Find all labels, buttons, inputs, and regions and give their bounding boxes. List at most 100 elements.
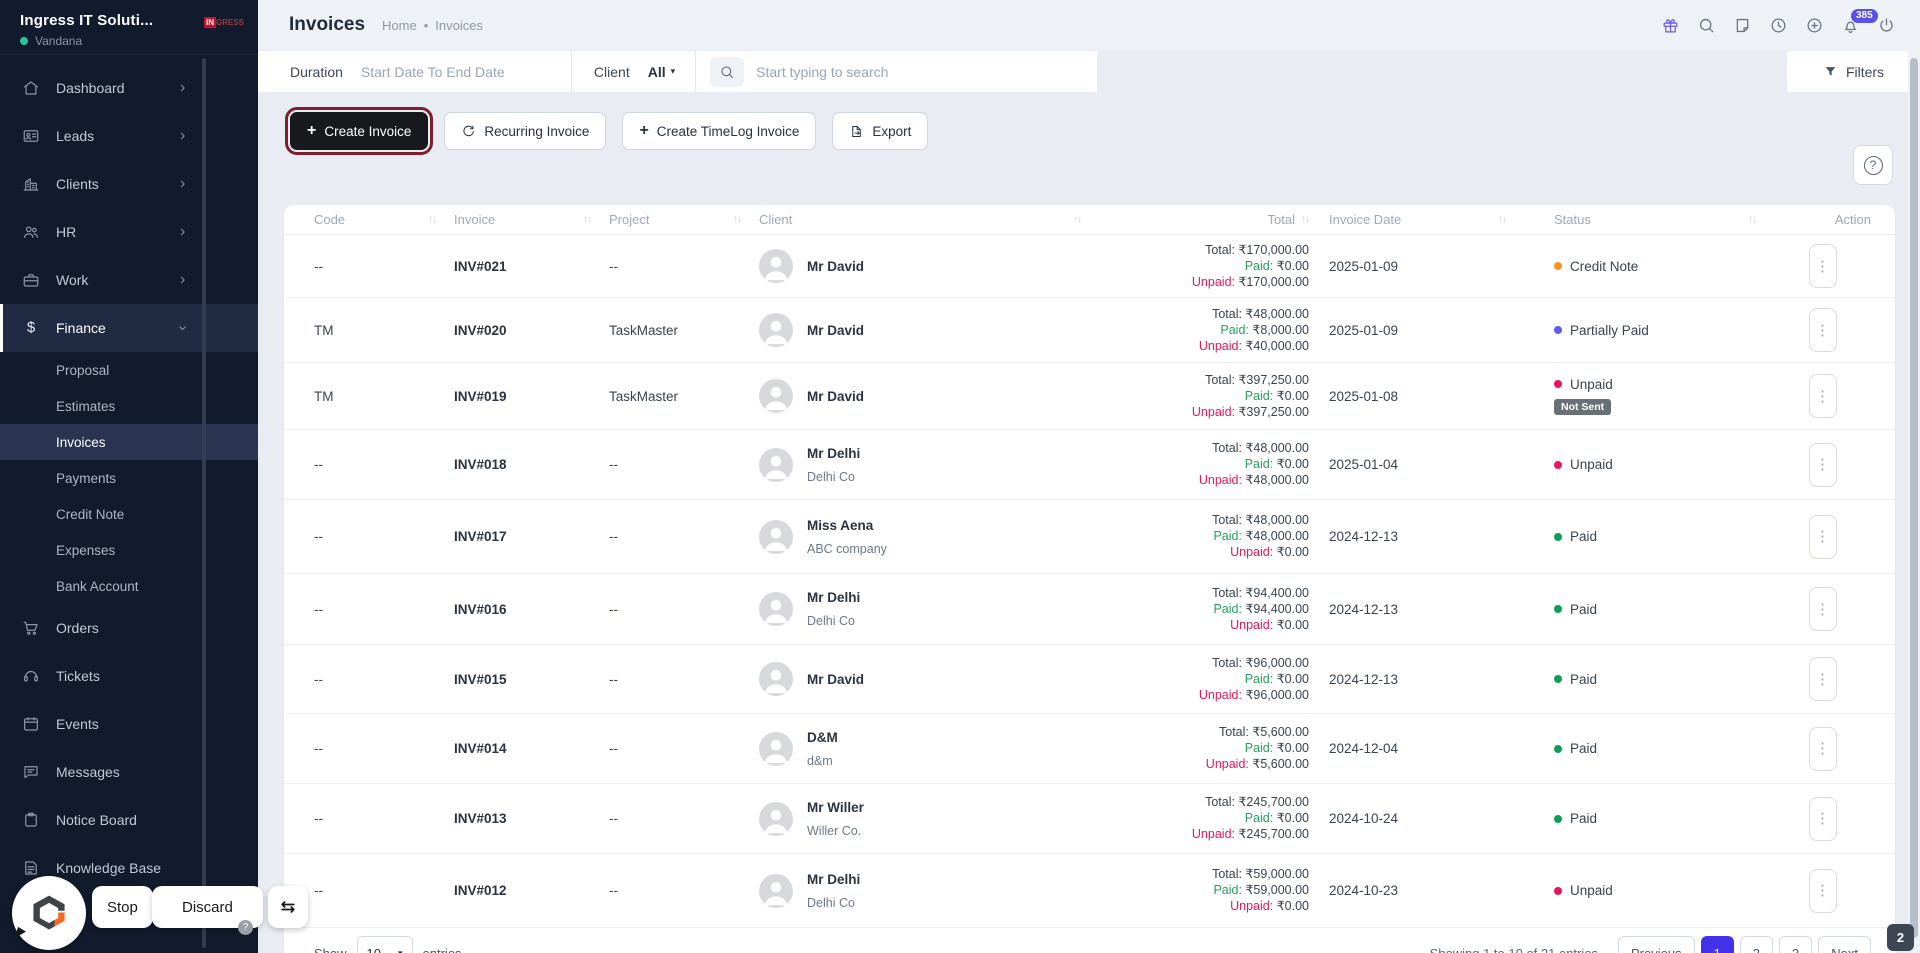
- sort-icon[interactable]: ↑↓: [1301, 214, 1310, 225]
- recurring-invoice-button[interactable]: Recurring Invoice: [444, 112, 607, 150]
- sort-icon[interactable]: ↑↓: [583, 214, 609, 225]
- sidebar-item-dashboard[interactable]: Dashboard ›: [0, 64, 258, 112]
- divider: [695, 51, 697, 92]
- sidebar-item-payments[interactable]: Payments: [0, 460, 258, 496]
- sort-icon[interactable]: ↑↓: [428, 214, 454, 225]
- sort-icon[interactable]: ↑↓: [1498, 214, 1524, 225]
- plus-circle-icon[interactable]: [1805, 16, 1824, 35]
- row-actions-button[interactable]: ⋮: [1808, 657, 1837, 701]
- filters-button[interactable]: Filters: [1787, 51, 1920, 92]
- row-actions-button[interactable]: ⋮: [1808, 244, 1837, 288]
- help-button[interactable]: ?: [1853, 145, 1893, 185]
- sidebar-item-invoices[interactable]: Invoices: [0, 424, 258, 460]
- sidebar-scrollbar[interactable]: [202, 58, 206, 948]
- sidebar-item-leads[interactable]: Leads ›: [0, 112, 258, 160]
- column-header-total[interactable]: Total ↑↓: [1099, 212, 1310, 227]
- sidebar-item-hr[interactable]: HR ›: [0, 208, 258, 256]
- cell-total: Total: ₹59,000.00 Paid: ₹59,000.00 Unpai…: [1212, 867, 1309, 913]
- clock-icon[interactable]: [1769, 16, 1788, 35]
- avatar: [759, 731, 793, 766]
- sticky-note-icon[interactable]: [1733, 16, 1752, 35]
- client-select[interactable]: All ▾: [648, 64, 675, 80]
- sidebar-item-events[interactable]: Events: [0, 700, 258, 748]
- column-header-client[interactable]: Client ↑↓: [759, 212, 1099, 227]
- cell-invoice-date: 2024-12-13: [1329, 601, 1399, 617]
- column-header-project[interactable]: Project ↑↓: [609, 212, 759, 227]
- status-dot: [1554, 605, 1562, 613]
- sidebar-item-expenses[interactable]: Expenses: [0, 532, 258, 568]
- table-row[interactable]: -- INV#012 -- Mr Delhi Delhi Co Total: ₹5…: [284, 854, 1895, 928]
- sidebar-item-orders[interactable]: Orders: [0, 604, 258, 652]
- row-actions-button[interactable]: ⋮: [1808, 374, 1837, 418]
- row-actions-button[interactable]: ⋮: [1808, 796, 1837, 841]
- duration-range-input[interactable]: [360, 63, 571, 80]
- cell-project: --: [609, 457, 618, 472]
- avatar: [759, 873, 793, 908]
- cell-action: ⋮: [1774, 514, 1871, 559]
- column-header-invoice-date[interactable]: Invoice Date ↑↓: [1309, 212, 1524, 227]
- table-row[interactable]: TM INV#020 TaskMaster Mr David Total: ₹4…: [284, 298, 1895, 363]
- sidebar-item-credit-note[interactable]: Credit Note: [0, 496, 258, 532]
- sidebar-item-clients[interactable]: Clients ›: [0, 160, 258, 208]
- next-page-button[interactable]: Next: [1818, 936, 1871, 953]
- sidebar-item-finance[interactable]: $ Finance ›: [0, 304, 258, 352]
- breadcrumb-home[interactable]: Home: [382, 18, 417, 33]
- table-row[interactable]: -- INV#017 -- Miss Aena ABC company Total…: [284, 500, 1895, 574]
- row-actions-button[interactable]: ⋮: [1808, 308, 1837, 352]
- page-size-select[interactable]: 10 ▾: [356, 936, 413, 953]
- cell-action: ⋮: [1774, 657, 1871, 701]
- cell-total: Total: ₹397,250.00 Paid: ₹0.00 Unpaid: ₹…: [1191, 372, 1309, 419]
- document-icon: [22, 859, 40, 877]
- page-3-button[interactable]: 3: [1779, 936, 1813, 953]
- previous-page-button[interactable]: Previous: [1617, 936, 1695, 953]
- table-row[interactable]: -- INV#013 -- Mr Willer Willer Co. Total:…: [284, 784, 1895, 854]
- table-row[interactable]: -- INV#014 -- D&M d&m Total: ₹5,600.00 Pa…: [284, 714, 1895, 784]
- row-actions-button[interactable]: ⋮: [1808, 726, 1837, 771]
- cell-action: ⋮: [1774, 374, 1871, 418]
- pagination: Show 10 ▾ entries Showing 1 to 10 of 21 e…: [284, 928, 1895, 953]
- table-row[interactable]: -- INV#015 -- Mr David Total: ₹96,000.00…: [284, 645, 1895, 714]
- row-actions-button[interactable]: ⋮: [1808, 442, 1837, 487]
- cell-code: --: [314, 811, 323, 826]
- page-scrollbar[interactable]: [1908, 50, 1920, 953]
- client-label: Client: [593, 63, 630, 80]
- page-1-button[interactable]: 1: [1700, 936, 1734, 953]
- clipboard-icon: [22, 811, 40, 829]
- swap-button[interactable]: [268, 886, 308, 928]
- row-actions-button[interactable]: ⋮: [1808, 514, 1837, 559]
- column-header-status[interactable]: Status ↑↓: [1524, 212, 1774, 227]
- sort-icon[interactable]: ↑↓: [1073, 214, 1099, 225]
- table-search-input[interactable]: [756, 63, 1057, 80]
- sidebar-item-tickets[interactable]: Tickets: [0, 652, 258, 700]
- gift-icon[interactable]: [1661, 16, 1680, 35]
- create-invoice-button[interactable]: + Create Invoice: [284, 107, 434, 155]
- table-row[interactable]: TM INV#019 TaskMaster Mr David Total: ₹3…: [284, 363, 1895, 430]
- sidebar-item-estimates[interactable]: Estimates: [0, 388, 258, 424]
- sidebar-item-bank-account[interactable]: Bank Account: [0, 568, 258, 604]
- table-row[interactable]: -- INV#018 -- Mr Delhi Delhi Co Total: ₹4…: [284, 430, 1895, 500]
- sidebar-item-notice-board[interactable]: Notice Board: [0, 796, 258, 844]
- cart-icon: [22, 619, 40, 637]
- page-2-button[interactable]: 2: [1739, 936, 1774, 953]
- column-header-invoice[interactable]: Invoice ↑↓: [454, 212, 609, 227]
- notification-count-badge: 385: [1851, 8, 1878, 23]
- top-header: Invoices Home • Invoices 385: [258, 0, 1920, 50]
- sidebar-item-proposal[interactable]: Proposal: [0, 352, 258, 388]
- power-icon[interactable]: [1877, 16, 1896, 35]
- row-actions-button[interactable]: ⋮: [1808, 587, 1837, 631]
- create-timelog-invoice-button[interactable]: + Create TimeLog Invoice: [622, 112, 817, 150]
- stop-button[interactable]: Stop: [92, 886, 153, 928]
- sort-icon[interactable]: ↑↓: [733, 214, 759, 225]
- search-icon[interactable]: [1697, 16, 1716, 35]
- sort-icon[interactable]: ↑↓: [1748, 214, 1774, 225]
- cell-client: Mr Delhi Delhi Co: [759, 590, 1099, 628]
- row-actions-button[interactable]: ⋮: [1808, 868, 1837, 913]
- export-button[interactable]: Export: [832, 112, 929, 150]
- table-row[interactable]: -- INV#021 -- Mr David Total: ₹170,000.0…: [284, 235, 1895, 298]
- notifications-bell-icon[interactable]: 385: [1841, 8, 1878, 35]
- sidebar-item-work[interactable]: Work ›: [0, 256, 258, 304]
- scrollbar-thumb[interactable]: [1910, 58, 1918, 938]
- table-row[interactable]: -- INV#016 -- Mr Delhi Delhi Co Total: ₹9…: [284, 574, 1895, 645]
- sidebar-item-messages[interactable]: Messages: [0, 748, 258, 796]
- column-header-code[interactable]: Code ↑↓: [314, 212, 454, 227]
